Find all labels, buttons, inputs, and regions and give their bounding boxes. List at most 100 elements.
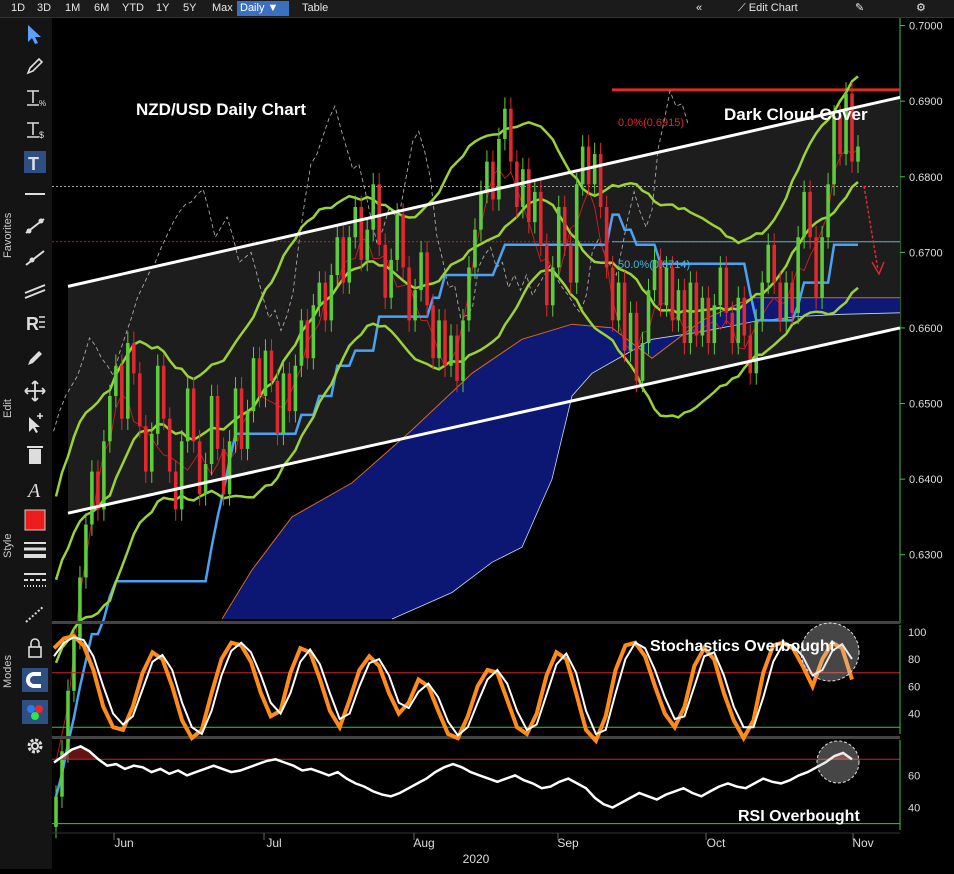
candle-body [700, 297, 705, 336]
candle-body [311, 305, 316, 359]
ray-line-icon[interactable] [20, 244, 50, 272]
color-swatch-icon[interactable] [20, 506, 50, 534]
range-1d-button[interactable]: 1D [8, 1, 28, 16]
candle-body [754, 320, 759, 374]
candle-body [179, 441, 184, 510]
candle-body [586, 146, 591, 185]
candle-body [72, 637, 76, 691]
chart-title: NZD/USD Daily Chart [136, 100, 306, 119]
select-add-icon[interactable] [20, 408, 50, 436]
chart-area[interactable]: 0.7000 0.6900 0.6800 0.6700 0.6600 0.6500 0.64… [52, 18, 954, 869]
chart-svg[interactable]: 0.7000 0.6900 0.6800 0.6700 0.6600 0.6500 0.64… [52, 18, 954, 869]
percent-line-icon[interactable]: % [20, 84, 50, 112]
edit-chart-button[interactable]: ⟋ Edit Chart [735, 1, 801, 16]
candle-body [461, 320, 465, 381]
trash-icon[interactable] [20, 440, 50, 468]
candle-body [114, 365, 118, 396]
range-5y-button[interactable]: 5Y [180, 1, 199, 16]
table-button[interactable]: Table [299, 1, 331, 16]
palette-icon[interactable] [20, 698, 50, 726]
candle-body [449, 335, 453, 366]
price-tick-label: 0.6600 [909, 323, 943, 335]
candle-body [126, 343, 130, 419]
candle-body [317, 282, 322, 306]
price-tick-label: 0.6800 [909, 172, 943, 184]
range-max-button[interactable]: Max [209, 1, 236, 16]
candle-body [592, 154, 597, 185]
candle-body [467, 267, 471, 321]
candle-body [544, 244, 549, 306]
candle-body [682, 290, 687, 344]
candle-body [479, 191, 483, 230]
range-1y-button[interactable]: 1Y [153, 1, 172, 16]
candle-body [138, 373, 142, 427]
line-style-icon[interactable] [20, 566, 50, 594]
draw-icon[interactable] [20, 344, 50, 372]
stoch-label: Stochastics Overbought [650, 638, 836, 655]
candle-body [155, 365, 160, 434]
candle-body [221, 448, 226, 495]
candle-body [826, 184, 830, 238]
candle-body [347, 237, 352, 283]
font-icon[interactable]: A [20, 474, 50, 502]
candle-body [389, 259, 393, 298]
range-6m-button[interactable]: 6M [91, 1, 112, 16]
settings-gear-icon[interactable]: ⚙ [913, 1, 929, 16]
candle-body [628, 312, 633, 351]
candle-body [66, 690, 70, 752]
candle-body [527, 169, 531, 223]
candle-body [227, 441, 232, 495]
range-3d-button[interactable]: 3D [34, 1, 54, 16]
price-tick-label: 0.6700 [909, 247, 943, 259]
candle-body [197, 441, 202, 495]
trend-line-icon[interactable] [20, 212, 50, 240]
edit-pencil-icon[interactable]: ✎ [852, 1, 867, 16]
svg-text:%: % [39, 99, 46, 108]
horizontal-line-icon[interactable] [20, 180, 50, 208]
candle-body [323, 282, 328, 321]
stoch-tick-label: 100 [908, 627, 926, 639]
rsi-tick-label: 60 [908, 770, 920, 782]
candle-body [550, 267, 555, 306]
time-tick-label: Jul [266, 836, 281, 850]
rsi-label: RSI Overbought [738, 808, 860, 825]
edit-tab[interactable]: Edit [0, 348, 18, 428]
favorites-tab[interactable]: Favorites [0, 58, 18, 288]
pointer-icon[interactable] [20, 20, 50, 48]
text-icon[interactable]: T [20, 148, 50, 176]
candle-body [802, 191, 806, 238]
candle-body [856, 146, 860, 162]
candle-body [808, 191, 812, 238]
gear-icon[interactable] [20, 732, 50, 760]
candle-body [580, 146, 585, 185]
frequency-dropdown[interactable]: Daily ▼ [237, 1, 289, 16]
candle-body [263, 350, 268, 396]
candle-body [437, 320, 441, 359]
candle-body [796, 237, 800, 313]
range-1m-button[interactable]: 1M [62, 1, 83, 16]
magnet-icon[interactable] [20, 666, 50, 694]
candle-body [718, 267, 723, 306]
panel-divider-2 [52, 736, 900, 739]
candle-body [329, 275, 334, 321]
modes-tab[interactable]: Modes [0, 618, 18, 708]
lock-icon[interactable] [20, 634, 50, 662]
move-icon[interactable] [20, 376, 50, 404]
line-weight-icon[interactable] [20, 536, 50, 564]
drawing-toolbar: Favorites Edit Style Modes % $ T R A [0, 18, 52, 869]
annotation-icon[interactable]: R [20, 308, 50, 336]
stoch-tick-label: 40 [908, 709, 920, 721]
candle-body [646, 290, 651, 344]
candle-body [359, 206, 364, 260]
dotted-line-icon[interactable] [20, 600, 50, 628]
pencil-icon[interactable] [20, 52, 50, 80]
candle-body [407, 267, 411, 321]
style-tab[interactable]: Style [0, 478, 18, 578]
candle-body [132, 343, 136, 374]
range-ytd-button[interactable]: YTD [119, 1, 147, 16]
candle-body [533, 191, 537, 223]
dollar-line-icon[interactable]: $ [20, 116, 50, 144]
candle-body [102, 441, 106, 510]
collapse-icon[interactable]: « [693, 1, 705, 16]
channel-icon[interactable] [20, 276, 50, 304]
